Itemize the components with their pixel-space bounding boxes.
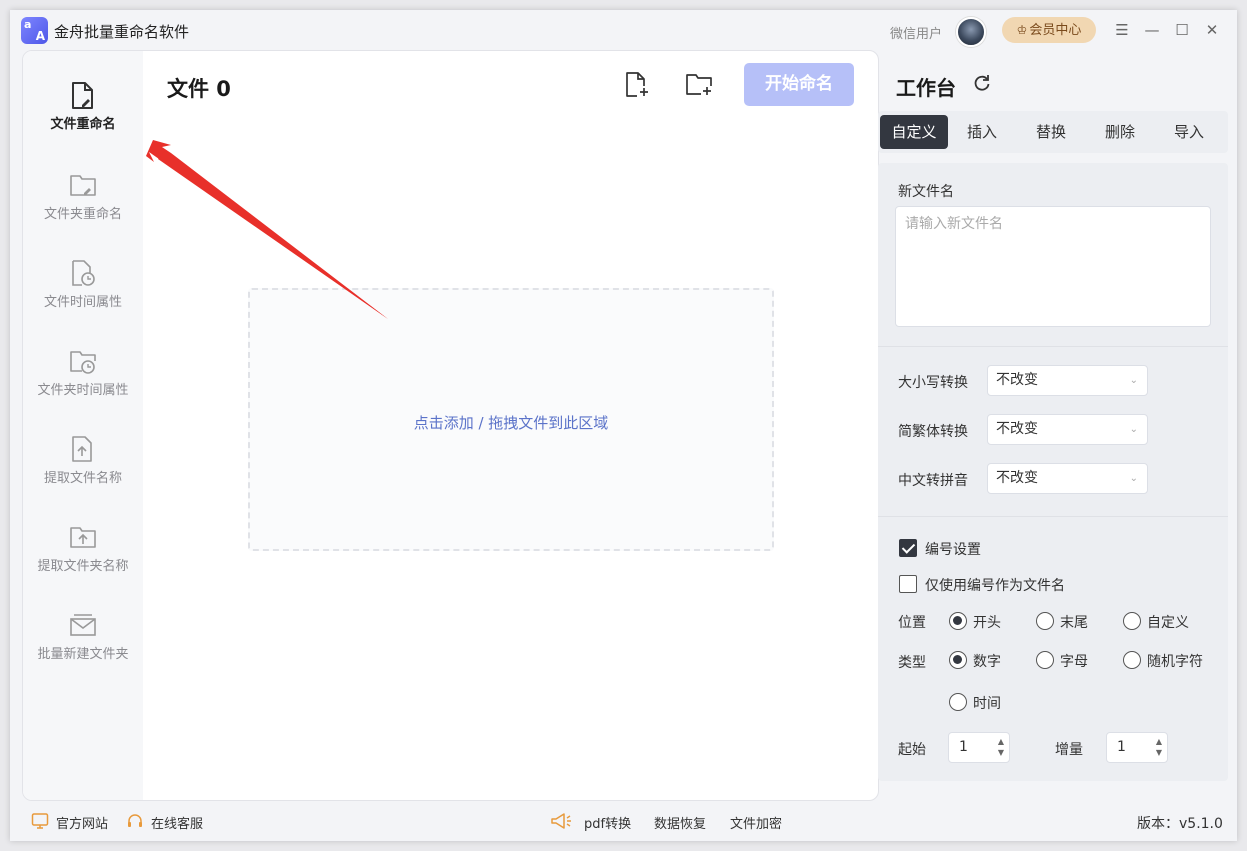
type-random-radio[interactable] [1123,651,1141,669]
app-window: a A 金舟批量重命名软件 微信用户 ♔会员中心 ☰ — ☐ ✕ 文件重命名 [10,10,1237,841]
close-icon[interactable]: ✕ [1202,20,1222,40]
pdf-convert-link[interactable]: pdf转换 [584,813,631,832]
position-option-label: 末尾 [1060,615,1088,631]
minimize-icon[interactable]: — [1142,20,1162,40]
numbering-checkbox[interactable] [899,539,917,557]
position-option-label: 自定义 [1147,615,1189,631]
workbench-title: 工作台 [896,76,956,100]
avatar[interactable] [956,17,986,47]
start-label: 起始 [898,742,926,758]
vip-center-button[interactable]: ♔ 会员中心 [1002,17,1096,43]
menu-icon[interactable]: ☰ [1112,20,1132,40]
vip-center-label: 会员中心 [1029,23,1082,38]
footer-bar: 官方网站 在线客服 pdf转换 数据恢复 文件加密 版本：v5.1.0 [10,806,1237,836]
workbench-tabs: 自定义 插入 替换 删除 导入 [878,111,1228,153]
type-time-radio[interactable] [949,693,967,711]
step-label: 增量 [1055,742,1083,758]
tab-import[interactable]: 导入 [1155,115,1223,149]
case-select[interactable]: 不改变 ⌄ [987,365,1148,396]
type-letter-radio[interactable] [1036,651,1054,669]
type-number-radio[interactable] [949,651,967,669]
case-label: 大小写转换 [898,375,968,391]
tab-insert[interactable]: 插入 [948,115,1016,149]
refresh-icon[interactable] [972,73,992,93]
chevron-down-icon: ⌄ [1129,375,1138,386]
pinyin-select-value: 不改变 [996,470,1038,486]
custom-settings-panel: 新文件名 大小写转换 不改变 ⌄ 简繁体转换 不改变 ⌄ 中文转拼音 不改变 ⌄ 编号… [878,163,1228,781]
file-encrypt-link[interactable]: 文件加密 [730,813,782,832]
pinyin-select[interactable]: 不改变 ⌄ [987,463,1148,494]
type-option-label: 时间 [973,696,1001,712]
app-title: 金舟批量重命名软件 [54,23,190,41]
headset-icon [128,814,142,827]
only-number-label: 仅使用编号作为文件名 [925,578,1065,594]
chevron-down-icon: ⌄ [1129,424,1138,435]
official-website-link[interactable]: 官方网站 [56,813,108,832]
trad-select-value: 不改变 [996,421,1038,437]
online-support-link[interactable]: 在线客服 [151,813,203,832]
trad-select[interactable]: 不改变 ⌄ [987,414,1148,445]
maximize-icon[interactable]: ☐ [1172,20,1192,40]
start-number-stepper[interactable]: 1 ▲ ▼ [948,732,1010,763]
tab-replace[interactable]: 替换 [1017,115,1085,149]
tab-delete[interactable]: 删除 [1086,115,1154,149]
megaphone-icon [551,813,571,829]
crown-icon: ♔ [1016,23,1028,37]
main-card: 文件重命名 文件夹重命名 文件时间属性 文件夹时间属性 提取文件名称 提取文件夹… [22,50,879,801]
type-label: 类型 [898,655,926,671]
position-end-radio[interactable] [1036,612,1054,630]
pinyin-label: 中文转拼音 [898,473,968,489]
annotation-arrow-icon [146,140,388,319]
version-label: 版本：v5.1.0 [1137,816,1223,832]
monitor-icon [31,813,49,829]
position-start-radio[interactable] [949,612,967,630]
type-option-label: 数字 [973,654,1001,670]
section-divider [878,516,1228,517]
step-number-value: 1 [1117,739,1126,755]
section-divider [878,346,1228,347]
only-number-checkbox[interactable] [899,575,917,593]
stepper-arrows-icon[interactable]: ▲ ▼ [998,736,1004,758]
tab-custom[interactable]: 自定义 [880,115,948,149]
stepper-arrows-icon[interactable]: ▲ ▼ [1156,736,1162,758]
trad-label: 简繁体转换 [898,424,968,440]
new-name-input[interactable] [895,206,1211,327]
type-option-label: 随机字符 [1147,654,1203,670]
title-bar: a A 金舟批量重命名软件 微信用户 ♔ 会员中心 ☰ — ☐ ✕ [10,10,1237,50]
new-name-label: 新文件名 [898,184,954,200]
logo-letter-large: A [35,29,45,43]
logo-letter-small: a [24,18,32,31]
position-option-label: 开头 [973,615,1001,631]
type-option-label: 字母 [1060,654,1088,670]
app-logo-icon: a A [21,17,48,44]
numbering-label: 编号设置 [925,542,981,558]
position-custom-radio[interactable] [1123,612,1141,630]
step-number-stepper[interactable]: 1 ▲ ▼ [1106,732,1168,763]
start-number-value: 1 [959,739,968,755]
position-label: 位置 [898,615,926,631]
data-recovery-link[interactable]: 数据恢复 [654,813,706,832]
chevron-down-icon: ⌄ [1129,473,1138,484]
case-select-value: 不改变 [996,372,1038,388]
user-name[interactable]: 微信用户 [890,23,942,42]
